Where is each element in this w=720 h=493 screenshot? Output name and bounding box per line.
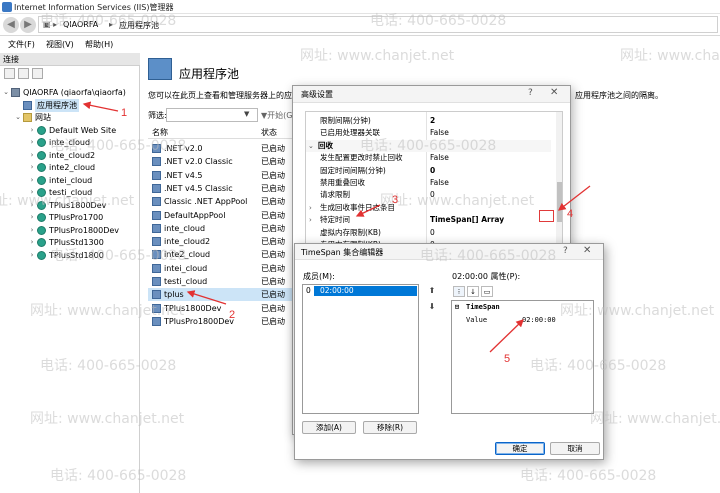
annotation-arrow — [355, 204, 381, 217]
annotation-number: 2 — [229, 309, 236, 321]
annotation-overlay — [82, 101, 591, 353]
annotation-number: 4 — [567, 208, 574, 220]
annotation-number: 5 — [504, 353, 511, 365]
annotation-number: 3 — [392, 194, 399, 206]
annotation-arrow — [489, 319, 524, 353]
annotation-number: 1 — [121, 107, 128, 119]
annotation-arrow — [557, 185, 591, 211]
annotation-arrow — [186, 290, 227, 305]
annotation-arrow — [82, 101, 119, 112]
